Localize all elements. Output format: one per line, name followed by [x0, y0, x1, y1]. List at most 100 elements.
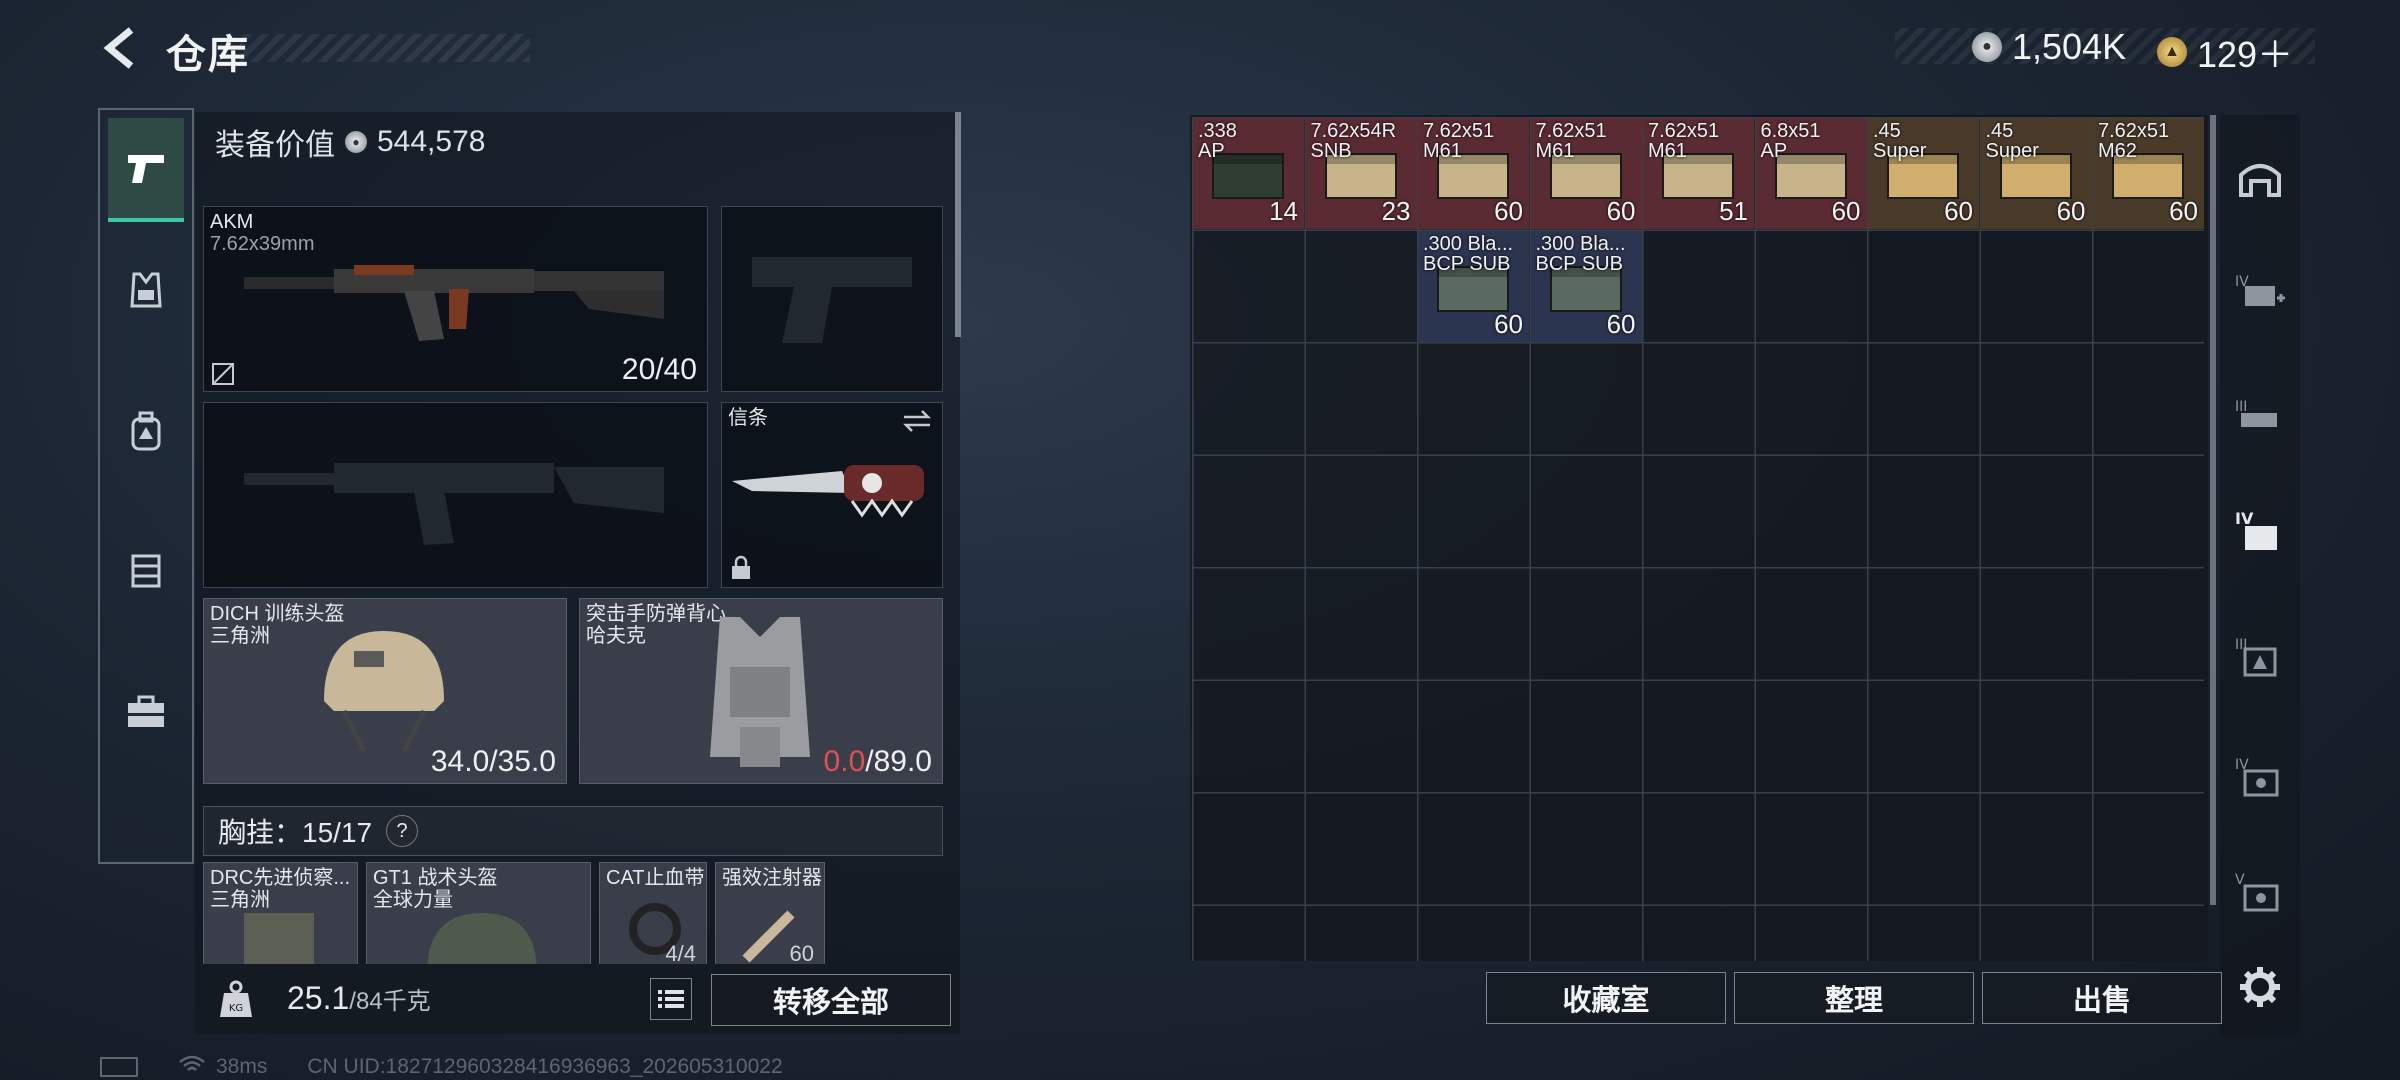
- stash-item-qty: 60: [1606, 308, 1636, 339]
- weapon-ammo: 20/40: [621, 353, 697, 386]
- stash-home-button[interactable]: [2228, 145, 2292, 209]
- stash-item-name: .45 Super: [1985, 120, 2039, 162]
- stash-item[interactable]: 6.8x51 AP 60: [1755, 118, 1867, 229]
- rail-backpack[interactable]: [108, 382, 184, 482]
- battery-icon: [100, 1057, 138, 1077]
- stash-item-name: 7.62x54R SNB: [1310, 120, 1397, 162]
- stash-item[interactable]: 7.62x51 M61 51: [1643, 118, 1754, 229]
- stash-item[interactable]: 7.62x51 M62 60: [2093, 118, 2204, 229]
- chest-item-slot[interactable]: DRC先进侦察... 三角洲: [203, 862, 358, 973]
- pistol-placeholder-icon: [752, 257, 912, 343]
- help-button[interactable]: ?: [386, 815, 419, 847]
- knife-icon: [732, 465, 924, 518]
- stash-grid: .338 AP 14 7.62x54R SNB 23 7.62x51 M61 60 7.62…: [1190, 115, 2208, 961]
- rifle-placeholder-icon: [244, 463, 664, 545]
- stash-item[interactable]: .338 AP 14: [1193, 118, 1304, 229]
- container-tab-5[interactable]: IV: [2228, 745, 2292, 809]
- rail-armor[interactable]: [108, 240, 184, 340]
- gear-icon: [2240, 967, 2280, 1007]
- backpack-icon: [131, 411, 161, 451]
- stash-item-qty: 14: [1269, 196, 1298, 226]
- ping-value: 38ms: [216, 1055, 268, 1078]
- equipment-scrollbar[interactable]: [955, 112, 961, 337]
- chest-item-name: 强效注射器: [722, 867, 822, 889]
- chest-rig-header: 胸挂：15/17 ?: [203, 806, 943, 856]
- helmet-slot[interactable]: DICH 训练头盔 三角洲 34.0/35.0: [203, 598, 567, 784]
- weight-capacity: /84千克: [349, 988, 431, 1015]
- silver-coin-icon: ●: [345, 131, 367, 153]
- stash-item-qty: 60: [1494, 196, 1523, 226]
- briefcase-icon: [128, 695, 164, 727]
- container-tab-3[interactable]: IV: [2228, 500, 2292, 564]
- stash-item-qty: 60: [1831, 196, 1861, 226]
- collection-room-button[interactable]: 收藏室: [1486, 972, 1726, 1024]
- stash-item[interactable]: .45 Super 60: [1980, 118, 2092, 229]
- stash-item-name: .300 Bla... BCP SUB: [1535, 232, 1626, 275]
- armor-slot[interactable]: 突击手防弹背心 哈夫克 0.0/89.0: [579, 598, 943, 784]
- melee-slot[interactable]: 信条: [721, 402, 943, 588]
- gold-amount: 129＋: [2197, 34, 2294, 75]
- stash-item[interactable]: .45 Super 60: [1868, 118, 1979, 229]
- gold-currency[interactable]: ▲ 129＋: [2157, 26, 2293, 78]
- stash-item-qty: 60: [1944, 196, 1973, 226]
- stash-scrollbar[interactable]: [2210, 115, 2216, 905]
- stash-item-name: 7.62x51 M61: [1648, 120, 1720, 162]
- silver-coin-icon: ●: [1972, 32, 2002, 62]
- back-button[interactable]: [96, 22, 146, 74]
- transfer-all-button[interactable]: 转移全部: [711, 974, 951, 1026]
- container-tab-4[interactable]: III: [2228, 625, 2292, 689]
- user-uid: CN UID:1827129603284169369​63_2026053100…: [307, 1055, 783, 1078]
- ammo-box-tier-icon: III: [2235, 637, 2277, 677]
- status-bar: 38ms CN UID:1827129603284169369​63_20260…: [100, 1054, 783, 1080]
- stash-item-qty: 23: [1381, 196, 1411, 226]
- stash-item-qty: 60: [1494, 308, 1523, 339]
- list-view-button[interactable]: [650, 978, 692, 1020]
- rail-case[interactable]: [108, 662, 184, 762]
- svg-text:IV: IV: [2235, 510, 2254, 528]
- chest-item-slot[interactable]: 强效注射器 60: [715, 862, 825, 972]
- stash-item-qty: 51: [1719, 196, 1748, 226]
- sell-button[interactable]: 出售: [1982, 972, 2222, 1024]
- settings-button[interactable]: [2228, 955, 2292, 1019]
- stash-item[interactable]: 7.62x54R SNB 23: [1305, 118, 1417, 229]
- sort-button[interactable]: 整理: [1734, 972, 1974, 1024]
- page-title: 仓库: [166, 33, 250, 77]
- grid-lines: [1192, 117, 2204, 961]
- chest-item-slot[interactable]: GT1 战术头盔 全球力量: [366, 862, 591, 973]
- rail-weapons[interactable]: [108, 118, 184, 222]
- rig-vest-icon: [244, 913, 314, 973]
- equipment-value-label: 装备价值: [215, 129, 335, 162]
- silver-amount: 1,504K: [2012, 26, 2127, 67]
- armor-durability-max: /89.0: [865, 745, 932, 778]
- primary-weapon-slot[interactable]: AKM 7.62x39mm 20/40: [203, 206, 708, 392]
- container-tab-6[interactable]: V: [2228, 860, 2292, 924]
- stash-item[interactable]: 7.62x51 M61 60: [1530, 118, 1642, 229]
- stash-item-qty: 60: [2056, 196, 2086, 226]
- stash-item-name: .338 AP: [1198, 120, 1237, 162]
- current-weight: 25.1: [287, 980, 350, 1016]
- secondary-weapon-slot[interactable]: [203, 402, 708, 588]
- stash-item-qty: 60: [1606, 196, 1636, 226]
- silver-currency[interactable]: ● 1,504K: [1972, 26, 2126, 68]
- chest-item-name: DRC先进侦察...: [210, 867, 350, 889]
- stash-item[interactable]: .300 Bla... BCP SUB 60: [1530, 230, 1642, 342]
- list-icon: [658, 990, 684, 1008]
- stash-item-name: 7.62x51 M61: [1535, 120, 1607, 162]
- helmet-durability-current: 34.0: [430, 745, 490, 778]
- container-tab-1[interactable]: IV: [2228, 260, 2292, 324]
- stash-item[interactable]: 7.62x51 M61 60: [1418, 118, 1529, 229]
- wifi-icon: [178, 1054, 206, 1080]
- container-tab-2[interactable]: III: [2228, 385, 2292, 449]
- stash-item-name: 7.62x51 M61: [1423, 120, 1495, 162]
- stash-item-qty: 60: [2169, 196, 2198, 226]
- chest-item-slot[interactable]: CAT止血带 4/4: [599, 862, 707, 972]
- container-rail: IV III IV III IV V: [2220, 115, 2300, 1035]
- stash-item[interactable]: .300 Bla... BCP SUB 60: [1418, 230, 1529, 342]
- no-insure-icon: [212, 363, 234, 385]
- rail-rig[interactable]: [108, 520, 184, 620]
- weight-icon: KG: [211, 974, 261, 1024]
- stash-item-name: .300 Bla... BCP SUB: [1423, 232, 1514, 275]
- swap-icon[interactable]: [900, 409, 934, 433]
- pistol-slot[interactable]: [721, 206, 943, 392]
- chest-item-name: GT1 战术头盔: [373, 867, 498, 889]
